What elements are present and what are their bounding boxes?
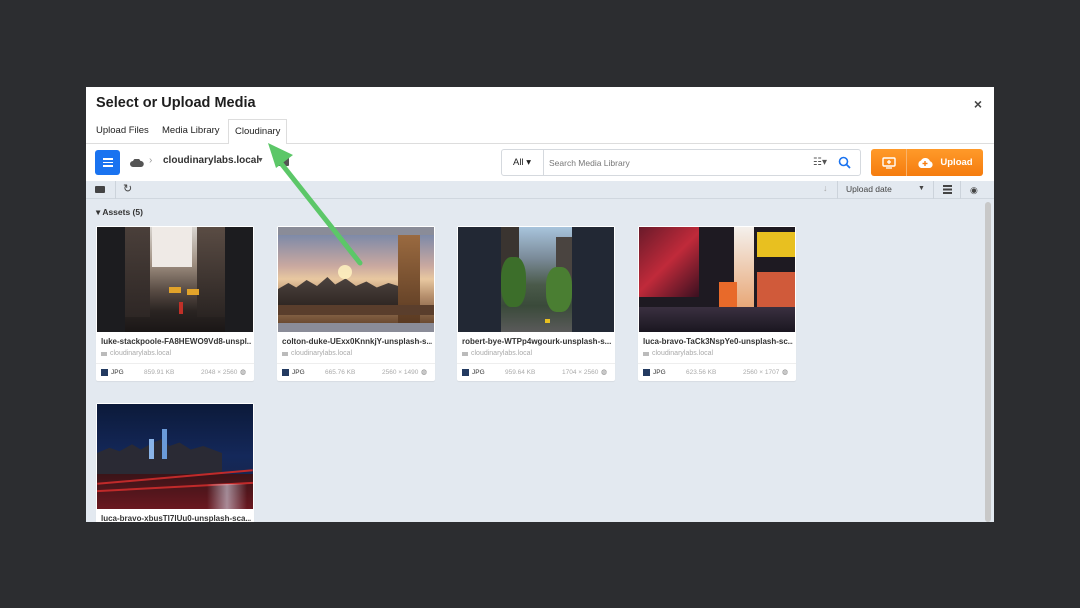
asset-dimensions: 2560 × 1490 — [382, 369, 419, 376]
tab-cloudinary[interactable]: Cloudinary — [228, 119, 288, 145]
asset-type-label: JPG — [111, 369, 124, 376]
asset-size: 959.64 KB — [505, 369, 536, 376]
asset-size: 623.56 KB — [686, 369, 717, 376]
asset-type-label: JPG — [292, 369, 305, 376]
asset-type: JPG — [101, 369, 124, 376]
search-scope-dropdown[interactable]: All ▾ — [502, 150, 544, 175]
upload-button-group: Upload — [871, 149, 983, 176]
globe-icon[interactable]: ◍ — [601, 368, 607, 376]
asset-type: JPG — [462, 369, 485, 376]
asset-folder-name: cloudinarylabs.local — [471, 350, 533, 357]
asset-thumbnail — [278, 227, 434, 332]
search-input[interactable] — [544, 150, 804, 175]
asset-type: JPG — [643, 369, 666, 376]
asset-type: JPG — [282, 369, 305, 376]
asset-folder: cloudinarylabs.local — [462, 350, 532, 357]
assets-panel: ▾ Assets (5) luke-stackpoole-FA8HEWO9Vd8… — [86, 199, 994, 522]
sort-dropdown[interactable]: Upload date — [846, 184, 892, 194]
asset-folder: cloudinarylabs.local — [643, 350, 713, 357]
sub-toolbar: ↻ ↓ Upload date ▼ ◉ — [86, 181, 994, 199]
divider — [115, 181, 116, 199]
media-modal: Select or Upload Media × Upload Files Me… — [86, 87, 994, 522]
cloud-upload-icon — [918, 158, 934, 168]
folder-icon[interactable] — [277, 157, 289, 166]
image-icon — [462, 369, 469, 376]
asset-type-label: JPG — [472, 369, 485, 376]
asset-card[interactable]: luca-bravo-TaCk3NspYe0-unsplash-sc... cl… — [638, 226, 796, 381]
asset-size: 665.76 KB — [325, 369, 356, 376]
scrollbar[interactable] — [985, 202, 991, 522]
asset-dimensions: 2048 × 2560 — [201, 369, 238, 376]
menu-button[interactable] — [95, 150, 120, 175]
upload-label: Upload — [940, 157, 973, 168]
asset-meta: JPG 665.76 KB 2560 × 1490 ◍ — [277, 363, 435, 381]
asset-name: colton-duke-UExx0KnnkjY-unsplash-s... — [282, 337, 432, 346]
divider — [960, 181, 961, 199]
image-icon — [282, 369, 289, 376]
modal-title: Select or Upload Media — [96, 95, 256, 111]
search-icon[interactable] — [838, 156, 851, 169]
asset-thumbnail — [97, 404, 253, 509]
asset-name: robert-bye-WTPp4wgourk-unsplash-s... — [462, 337, 612, 346]
asset-card[interactable]: robert-bye-WTPp4wgourk-unsplash-s... clo… — [457, 226, 615, 381]
asset-folder: cloudinarylabs.local — [101, 350, 171, 357]
image-icon — [643, 369, 650, 376]
asset-name: luca-bravo-xbusTI7lUu0-unsplash-sca... — [101, 514, 251, 522]
list-view-icon[interactable] — [943, 185, 952, 194]
close-icon[interactable]: × — [974, 96, 982, 112]
asset-type-label: JPG — [653, 369, 666, 376]
asset-name: luca-bravo-TaCk3NspYe0-unsplash-sc... — [643, 337, 793, 346]
chevron-down-icon[interactable]: ▼ — [918, 185, 925, 192]
image-icon — [101, 369, 108, 376]
divider — [837, 181, 838, 199]
folder-icon[interactable] — [95, 186, 105, 193]
asset-thumbnail — [97, 227, 253, 332]
upload-button[interactable]: Upload — [907, 149, 983, 176]
globe-icon[interactable]: ◍ — [240, 368, 246, 376]
asset-folder: cloudinarylabs.local — [282, 350, 352, 357]
asset-card[interactable]: luke-stackpoole-FA8HEWO9Vd8-unspl... clo… — [96, 226, 254, 381]
asset-dimensions: 2560 × 1707 — [743, 369, 780, 376]
asset-folder-name: cloudinarylabs.local — [652, 350, 714, 357]
tab-media-library[interactable]: Media Library — [156, 119, 226, 144]
chevron-down-icon[interactable]: ▼ — [257, 157, 264, 164]
breadcrumb[interactable]: cloudinarylabs.local — [163, 155, 259, 166]
asset-meta: JPG 623.56 KB 2560 × 1707 ◍ — [638, 363, 796, 381]
asset-folder-name: cloudinarylabs.local — [110, 350, 172, 357]
tab-bar: Upload Files Media Library Cloudinary — [86, 119, 994, 145]
eye-icon[interactable]: ◉ — [970, 185, 978, 196]
asset-meta: JPG 859.91 KB 2048 × 2560 ◍ — [96, 363, 254, 381]
search-box: All ▾ ☷▾ — [501, 149, 861, 176]
folder-icon — [643, 351, 649, 356]
asset-dimensions: 1704 × 2560 — [562, 369, 599, 376]
asset-card[interactable]: colton-duke-UExx0KnnkjY-unsplash-s... cl… — [277, 226, 435, 381]
screen-capture-button[interactable] — [871, 149, 907, 176]
asset-thumbnail — [639, 227, 795, 332]
hamburger-icon — [102, 157, 113, 168]
asset-size: 859.91 KB — [144, 369, 175, 376]
folder-icon — [282, 351, 288, 356]
globe-icon[interactable]: ◍ — [782, 368, 788, 376]
asset-name: luke-stackpoole-FA8HEWO9Vd8-unspl... — [101, 337, 251, 346]
asset-thumbnail — [458, 227, 614, 332]
folder-icon — [462, 351, 468, 356]
chevron-right-icon: › — [149, 155, 153, 166]
monitor-plus-icon — [881, 156, 896, 169]
tab-upload-files[interactable]: Upload Files — [90, 119, 155, 144]
asset-folder-name: cloudinarylabs.local — [291, 350, 353, 357]
divider — [933, 181, 934, 199]
sort-direction-icon[interactable]: ↓ — [823, 183, 828, 193]
globe-icon[interactable]: ◍ — [421, 368, 427, 376]
cloud-icon — [130, 159, 144, 167]
folder-icon — [101, 351, 107, 356]
filter-icon[interactable]: ☷▾ — [813, 157, 827, 168]
assets-group-toggle[interactable]: ▾ Assets (5) — [96, 207, 143, 218]
asset-meta: JPG 959.64 KB 1704 × 2560 ◍ — [457, 363, 615, 381]
refresh-icon[interactable]: ↻ — [123, 182, 132, 195]
asset-card[interactable]: luca-bravo-xbusTI7lUu0-unsplash-sca... — [96, 403, 254, 522]
toolbar: › cloudinarylabs.local ▼ All ▾ ☷▾ Upload — [86, 144, 994, 181]
